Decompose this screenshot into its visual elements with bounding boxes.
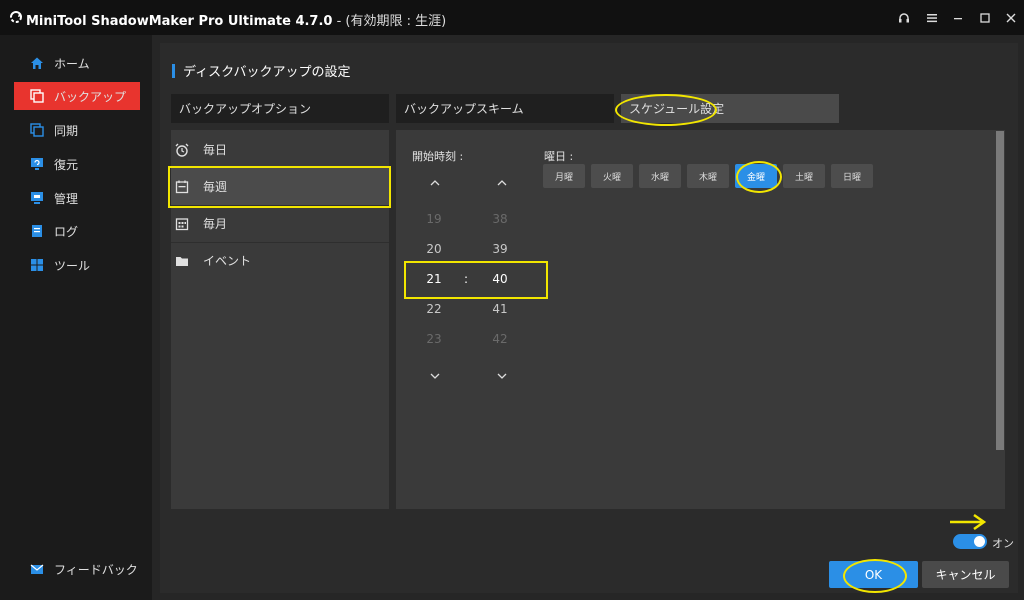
schedule-type-label: イベント	[203, 254, 252, 268]
hour-selected[interactable]: 21	[414, 272, 454, 286]
sidebar-item-tools[interactable]: ツール	[14, 251, 140, 279]
restore-icon	[30, 157, 44, 171]
sidebar-item-label: 復元	[54, 157, 79, 172]
weekday-sunday-button[interactable]: 日曜	[831, 164, 873, 188]
minimize-icon[interactable]	[948, 8, 968, 28]
sidebar-item-label: バックアップ	[54, 89, 127, 104]
minute-option[interactable]: 41	[480, 302, 520, 316]
backup-icon	[30, 89, 44, 103]
schedule-type-label: 毎月	[203, 217, 228, 231]
headset-icon[interactable]	[894, 8, 914, 28]
weekday-friday-button[interactable]: 金曜	[735, 164, 777, 188]
sidebar-item-manage[interactable]: 管理	[14, 184, 140, 212]
tab-backup-scheme[interactable]: バックアップスキーム	[396, 94, 614, 123]
calendar-week-icon	[175, 180, 189, 194]
weekday-monday-button[interactable]: 月曜	[543, 164, 585, 188]
minute-down-chevron-icon[interactable]	[493, 367, 511, 385]
weekday-thursday-button[interactable]: 木曜	[687, 164, 729, 188]
license-text: - (有効期限 : 生涯)	[332, 14, 447, 29]
alarm-clock-icon	[175, 143, 189, 157]
weekday-tuesday-button[interactable]: 火曜	[591, 164, 633, 188]
sync-icon	[30, 123, 44, 137]
minute-option[interactable]: 39	[480, 242, 520, 256]
mail-icon	[30, 562, 44, 576]
folder-icon	[175, 254, 189, 268]
log-icon	[30, 224, 44, 238]
start-time-label: 開始時刻 :	[412, 150, 464, 163]
schedule-weekly[interactable]: 毎週	[171, 168, 389, 206]
sidebar-item-restore[interactable]: 復元	[14, 150, 140, 178]
sidebar-item-sync[interactable]: 同期	[14, 116, 140, 144]
tab-backup-options[interactable]: バックアップオプション	[171, 94, 389, 123]
schedule-type-label: 毎週	[203, 180, 228, 194]
page-title-text: ディスクバックアップの設定	[183, 65, 351, 80]
schedule-type-label: 毎日	[203, 143, 228, 157]
app-name: MiniTool ShadowMaker Pro Ultimate 4.7.0	[26, 14, 333, 29]
minute-option[interactable]: 38	[480, 212, 520, 226]
scrollbar[interactable]	[996, 131, 1004, 450]
hour-up-chevron-icon[interactable]	[426, 174, 444, 192]
schedule-event[interactable]: イベント	[171, 242, 389, 279]
page-title: ディスクバックアップの設定	[172, 61, 350, 80]
tab-label: バックアップオプション	[179, 102, 312, 116]
sidebar-item-home[interactable]: ホーム	[14, 49, 140, 77]
sidebar-item-log[interactable]: ログ	[14, 217, 140, 245]
hour-option[interactable]: 23	[414, 332, 454, 346]
feedback-link[interactable]: フィードバック	[14, 555, 140, 583]
tab-label: バックアップスキーム	[404, 102, 524, 116]
minute-selected[interactable]: 40	[480, 272, 520, 286]
minute-option[interactable]: 42	[480, 332, 520, 346]
sidebar-item-label: ホーム	[54, 56, 90, 71]
annotation-arrow-icon	[950, 513, 987, 531]
hour-option[interactable]: 19	[414, 212, 454, 226]
hour-option[interactable]: 22	[414, 302, 454, 316]
sidebar: ホーム バックアップ 同期 復元 管理 ログ ツール フィードバック	[0, 35, 152, 600]
minute-up-chevron-icon[interactable]	[493, 174, 511, 192]
window-title: MiniTool ShadowMaker Pro Ultimate 4.7.0 …	[26, 10, 446, 29]
cancel-button[interactable]: キャンセル	[922, 561, 1009, 588]
calendar-month-icon	[175, 217, 189, 231]
maximize-icon[interactable]	[975, 8, 995, 28]
weekday-wednesday-button[interactable]: 水曜	[639, 164, 681, 188]
schedule-monthly[interactable]: 毎月	[171, 205, 389, 243]
schedule-type-list: 毎日 毎週 毎月 イベント	[171, 130, 389, 509]
hour-down-chevron-icon[interactable]	[426, 367, 444, 385]
hour-option[interactable]: 20	[414, 242, 454, 256]
feedback-label: フィードバック	[54, 562, 138, 577]
close-icon[interactable]	[1001, 8, 1021, 28]
menu-icon[interactable]	[922, 8, 942, 28]
tab-label: スケジュール設定	[629, 102, 725, 116]
title-accent-bar	[172, 63, 175, 78]
time-separator: :	[464, 272, 469, 286]
sidebar-item-label: ツール	[54, 258, 91, 273]
weekday-saturday-button[interactable]: 土曜	[783, 164, 825, 188]
tools-icon	[30, 258, 44, 272]
toggle-knob	[974, 536, 985, 547]
schedule-toggle[interactable]	[953, 534, 987, 549]
tab-schedule-settings[interactable]: スケジュール設定	[621, 94, 839, 123]
app-logo-icon	[10, 11, 22, 23]
home-icon	[30, 56, 44, 70]
ok-button[interactable]: OK	[829, 561, 918, 588]
sidebar-item-backup[interactable]: バックアップ	[14, 82, 140, 110]
title-bar: MiniTool ShadowMaker Pro Ultimate 4.7.0 …	[0, 0, 1024, 35]
toggle-label: オン	[992, 537, 1014, 550]
sidebar-item-label: 管理	[54, 191, 79, 206]
sidebar-item-label: 同期	[54, 123, 79, 138]
manage-icon	[30, 191, 44, 205]
sidebar-item-label: ログ	[54, 224, 79, 239]
weekday-label: 曜日 :	[544, 150, 574, 163]
schedule-daily[interactable]: 毎日	[171, 131, 389, 169]
